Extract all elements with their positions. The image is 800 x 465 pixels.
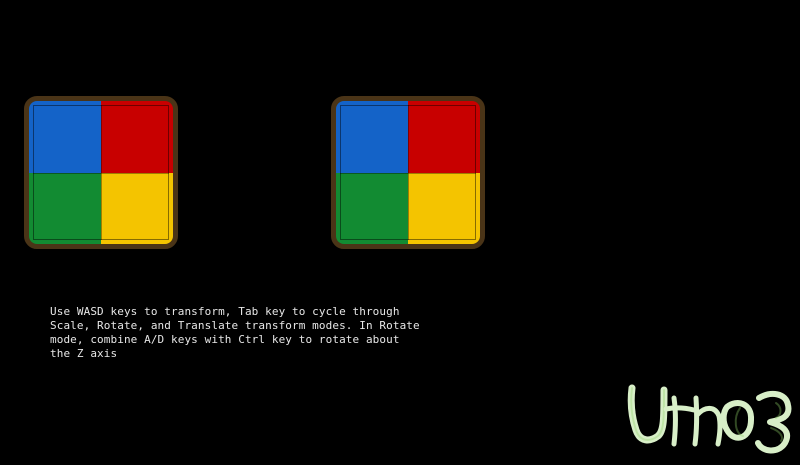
- right-quad-bottom-right: [408, 172, 480, 244]
- game-viewport[interactable]: Use WASD keys to transform, Tab key to c…: [0, 0, 800, 465]
- left-quad-top-left: [29, 101, 101, 173]
- right-quad-sprite: [331, 96, 485, 249]
- instructions-text: Use WASD keys to transform, Tab key to c…: [50, 305, 420, 360]
- urho3d-logo-mark: [627, 384, 792, 454]
- left-quad-bottom-left: [29, 172, 101, 244]
- left-quad-bottom-right: [101, 172, 173, 244]
- right-quad-top-left: [336, 101, 408, 173]
- right-quad-top-right: [408, 101, 480, 173]
- left-quad-top-right: [101, 101, 173, 173]
- left-quad-sprite: [24, 96, 178, 249]
- urho3d-logo: [627, 384, 792, 454]
- right-quad-bottom-left: [336, 172, 408, 244]
